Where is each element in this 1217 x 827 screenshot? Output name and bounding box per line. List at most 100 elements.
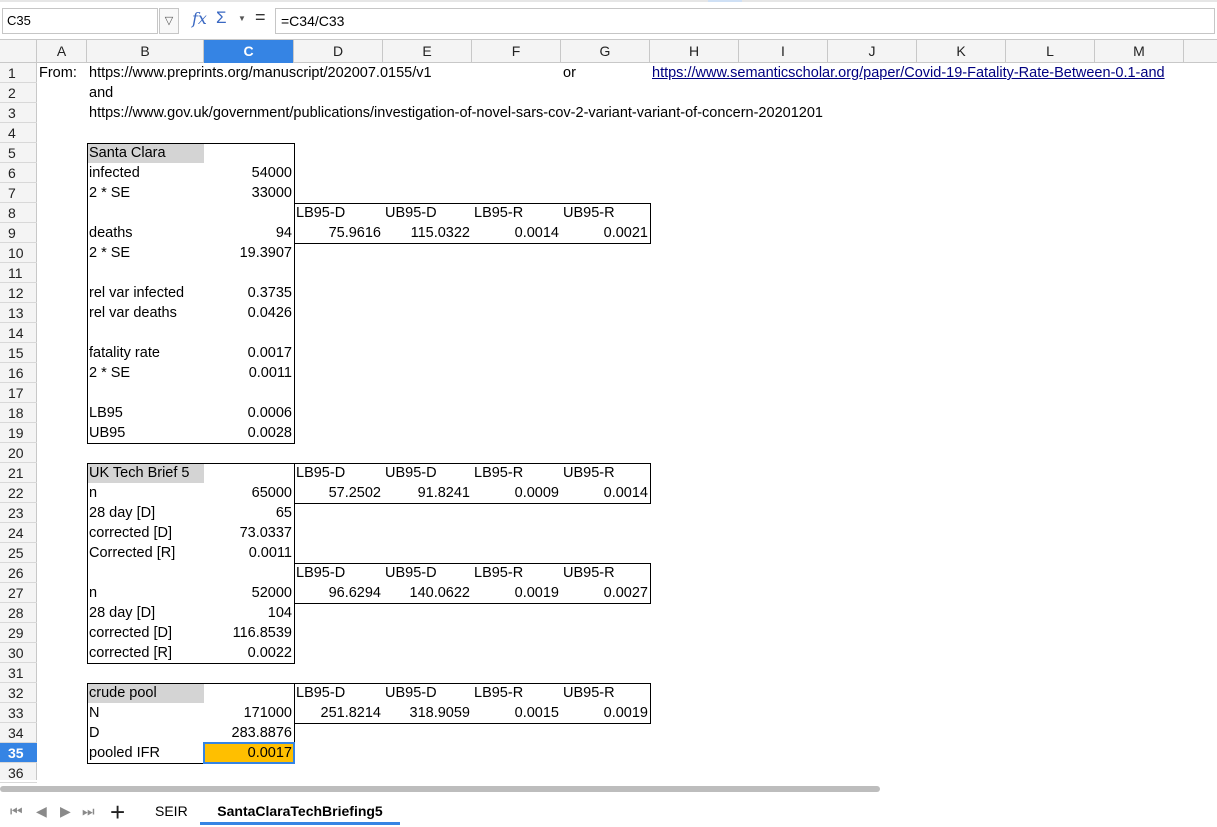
first-sheet-icon[interactable]: ⏮: [10, 803, 23, 820]
cell-c23[interactable]: 65: [204, 503, 294, 523]
cell-c15[interactable]: 0.0017: [204, 343, 294, 363]
cell-d8[interactable]: LB95-D: [294, 203, 347, 223]
cell-a1[interactable]: From:: [37, 63, 79, 83]
cell-c12[interactable]: 0.3735: [204, 283, 294, 303]
column-header-k[interactable]: K: [917, 40, 1006, 63]
row-header-36[interactable]: 36: [0, 763, 37, 783]
cell-b10[interactable]: 2 * SE: [87, 243, 132, 263]
row-header-33[interactable]: 33: [0, 703, 37, 723]
row-header-28[interactable]: 28: [0, 603, 37, 623]
cell-b23[interactable]: 28 day [D]: [87, 503, 157, 523]
cell-c34[interactable]: 283.8876: [204, 723, 294, 743]
row-header-7[interactable]: 7: [0, 183, 37, 203]
cell-b2[interactable]: and: [87, 83, 115, 103]
cell-g9[interactable]: 0.0021: [561, 223, 650, 243]
row-header-1[interactable]: 1: [0, 63, 37, 83]
cell-c18[interactable]: 0.0006: [204, 403, 294, 423]
cell-b28[interactable]: 28 day [D]: [87, 603, 157, 623]
column-header-g[interactable]: G: [561, 40, 650, 63]
name-box[interactable]: C35: [2, 8, 158, 34]
cell-f32[interactable]: LB95-R: [472, 683, 525, 703]
row-header-26[interactable]: 26: [0, 563, 37, 583]
cell-g27[interactable]: 0.0027: [561, 583, 650, 603]
column-header-f[interactable]: F: [472, 40, 561, 63]
cell-f33[interactable]: 0.0015: [472, 703, 561, 723]
row-header-24[interactable]: 24: [0, 523, 37, 543]
cell-e27[interactable]: 140.0622: [383, 583, 472, 603]
column-header-j[interactable]: J: [828, 40, 917, 63]
cell-b12[interactable]: rel var infected: [87, 283, 186, 303]
select-all-corner[interactable]: [0, 40, 37, 63]
cell-b22[interactable]: n: [87, 483, 99, 503]
row-header-30[interactable]: 30: [0, 643, 37, 663]
cell-c13[interactable]: 0.0426: [204, 303, 294, 323]
cell-g32[interactable]: UB95-R: [561, 683, 617, 703]
prev-sheet-icon[interactable]: ◀: [36, 803, 47, 820]
cell-d9[interactable]: 75.9616: [294, 223, 383, 243]
cell-c19[interactable]: 0.0028: [204, 423, 294, 443]
cell-f21[interactable]: LB95-R: [472, 463, 525, 483]
sheet-tab-seir[interactable]: SEIR: [155, 803, 188, 819]
column-header-h[interactable]: H: [650, 40, 739, 63]
cell-c29[interactable]: 116.8539: [204, 623, 294, 643]
last-sheet-icon[interactable]: ⏭: [82, 803, 95, 820]
row-header-16[interactable]: 16: [0, 363, 37, 383]
cell-d26[interactable]: LB95-D: [294, 563, 347, 583]
formula-input[interactable]: =C34/C33: [275, 8, 1215, 34]
cell-c7[interactable]: 33000: [204, 183, 294, 203]
cell-b5[interactable]: Santa Clara: [87, 143, 204, 163]
row-header-20[interactable]: 20: [0, 443, 37, 463]
cell-b32[interactable]: crude pool: [87, 683, 204, 703]
column-header-b[interactable]: B: [87, 40, 204, 63]
cell-g21[interactable]: UB95-R: [561, 463, 617, 483]
cell-b19[interactable]: UB95: [87, 423, 127, 443]
cell-b16[interactable]: 2 * SE: [87, 363, 132, 383]
cell-f26[interactable]: LB95-R: [472, 563, 525, 583]
cell-c24[interactable]: 73.0337: [204, 523, 294, 543]
row-header-22[interactable]: 22: [0, 483, 37, 503]
cell-d32[interactable]: LB95-D: [294, 683, 347, 703]
row-header-21[interactable]: 21: [0, 463, 37, 483]
cell-b27[interactable]: n: [87, 583, 99, 603]
cell-b18[interactable]: LB95: [87, 403, 125, 423]
column-header-e[interactable]: E: [383, 40, 472, 63]
cell-f27[interactable]: 0.0019: [472, 583, 561, 603]
cell-e22[interactable]: 91.8241: [383, 483, 472, 503]
column-header-m[interactable]: M: [1095, 40, 1184, 63]
row-header-32[interactable]: 32: [0, 683, 37, 703]
cell-f22[interactable]: 0.0009: [472, 483, 561, 503]
cell-c6[interactable]: 54000: [204, 163, 294, 183]
row-header-14[interactable]: 14: [0, 323, 37, 343]
spreadsheet-grid[interactable]: From: https://www.preprints.org/manuscrip…: [37, 63, 1217, 780]
row-header-11[interactable]: 11: [0, 263, 37, 283]
cell-b29[interactable]: corrected [D]: [87, 623, 174, 643]
next-sheet-icon[interactable]: ▶: [60, 803, 71, 820]
function-wizard-icon[interactable]: fx: [192, 9, 207, 28]
cell-b30[interactable]: corrected [R]: [87, 643, 174, 663]
cell-c25[interactable]: 0.0011: [204, 543, 294, 563]
cell-b34[interactable]: D: [87, 723, 101, 743]
column-header-d[interactable]: D: [294, 40, 383, 63]
cell-e9[interactable]: 115.0322: [383, 223, 472, 243]
cell-b33[interactable]: N: [87, 703, 101, 723]
sum-dropdown-icon[interactable]: ▼: [238, 14, 246, 23]
cell-c16[interactable]: 0.0011: [204, 363, 294, 383]
horizontal-scrollbar[interactable]: [0, 786, 880, 792]
row-header-25[interactable]: 25: [0, 543, 37, 563]
row-header-17[interactable]: 17: [0, 383, 37, 403]
cell-c35[interactable]: 0.0017: [204, 743, 294, 763]
cell-g33[interactable]: 0.0019: [561, 703, 650, 723]
cell-e8[interactable]: UB95-D: [383, 203, 439, 223]
row-header-9[interactable]: 9: [0, 223, 37, 243]
cell-g1[interactable]: or: [561, 63, 578, 83]
row-header-4[interactable]: 4: [0, 123, 37, 143]
cell-d27[interactable]: 96.6294: [294, 583, 383, 603]
row-header-12[interactable]: 12: [0, 283, 37, 303]
add-sheet-icon[interactable]: +: [110, 797, 125, 827]
sum-icon[interactable]: Σ: [216, 8, 227, 28]
cell-g22[interactable]: 0.0014: [561, 483, 650, 503]
cell-b6[interactable]: infected: [87, 163, 142, 183]
row-header-34[interactable]: 34: [0, 723, 37, 743]
row-header-3[interactable]: 3: [0, 103, 37, 123]
row-header-10[interactable]: 10: [0, 243, 37, 263]
